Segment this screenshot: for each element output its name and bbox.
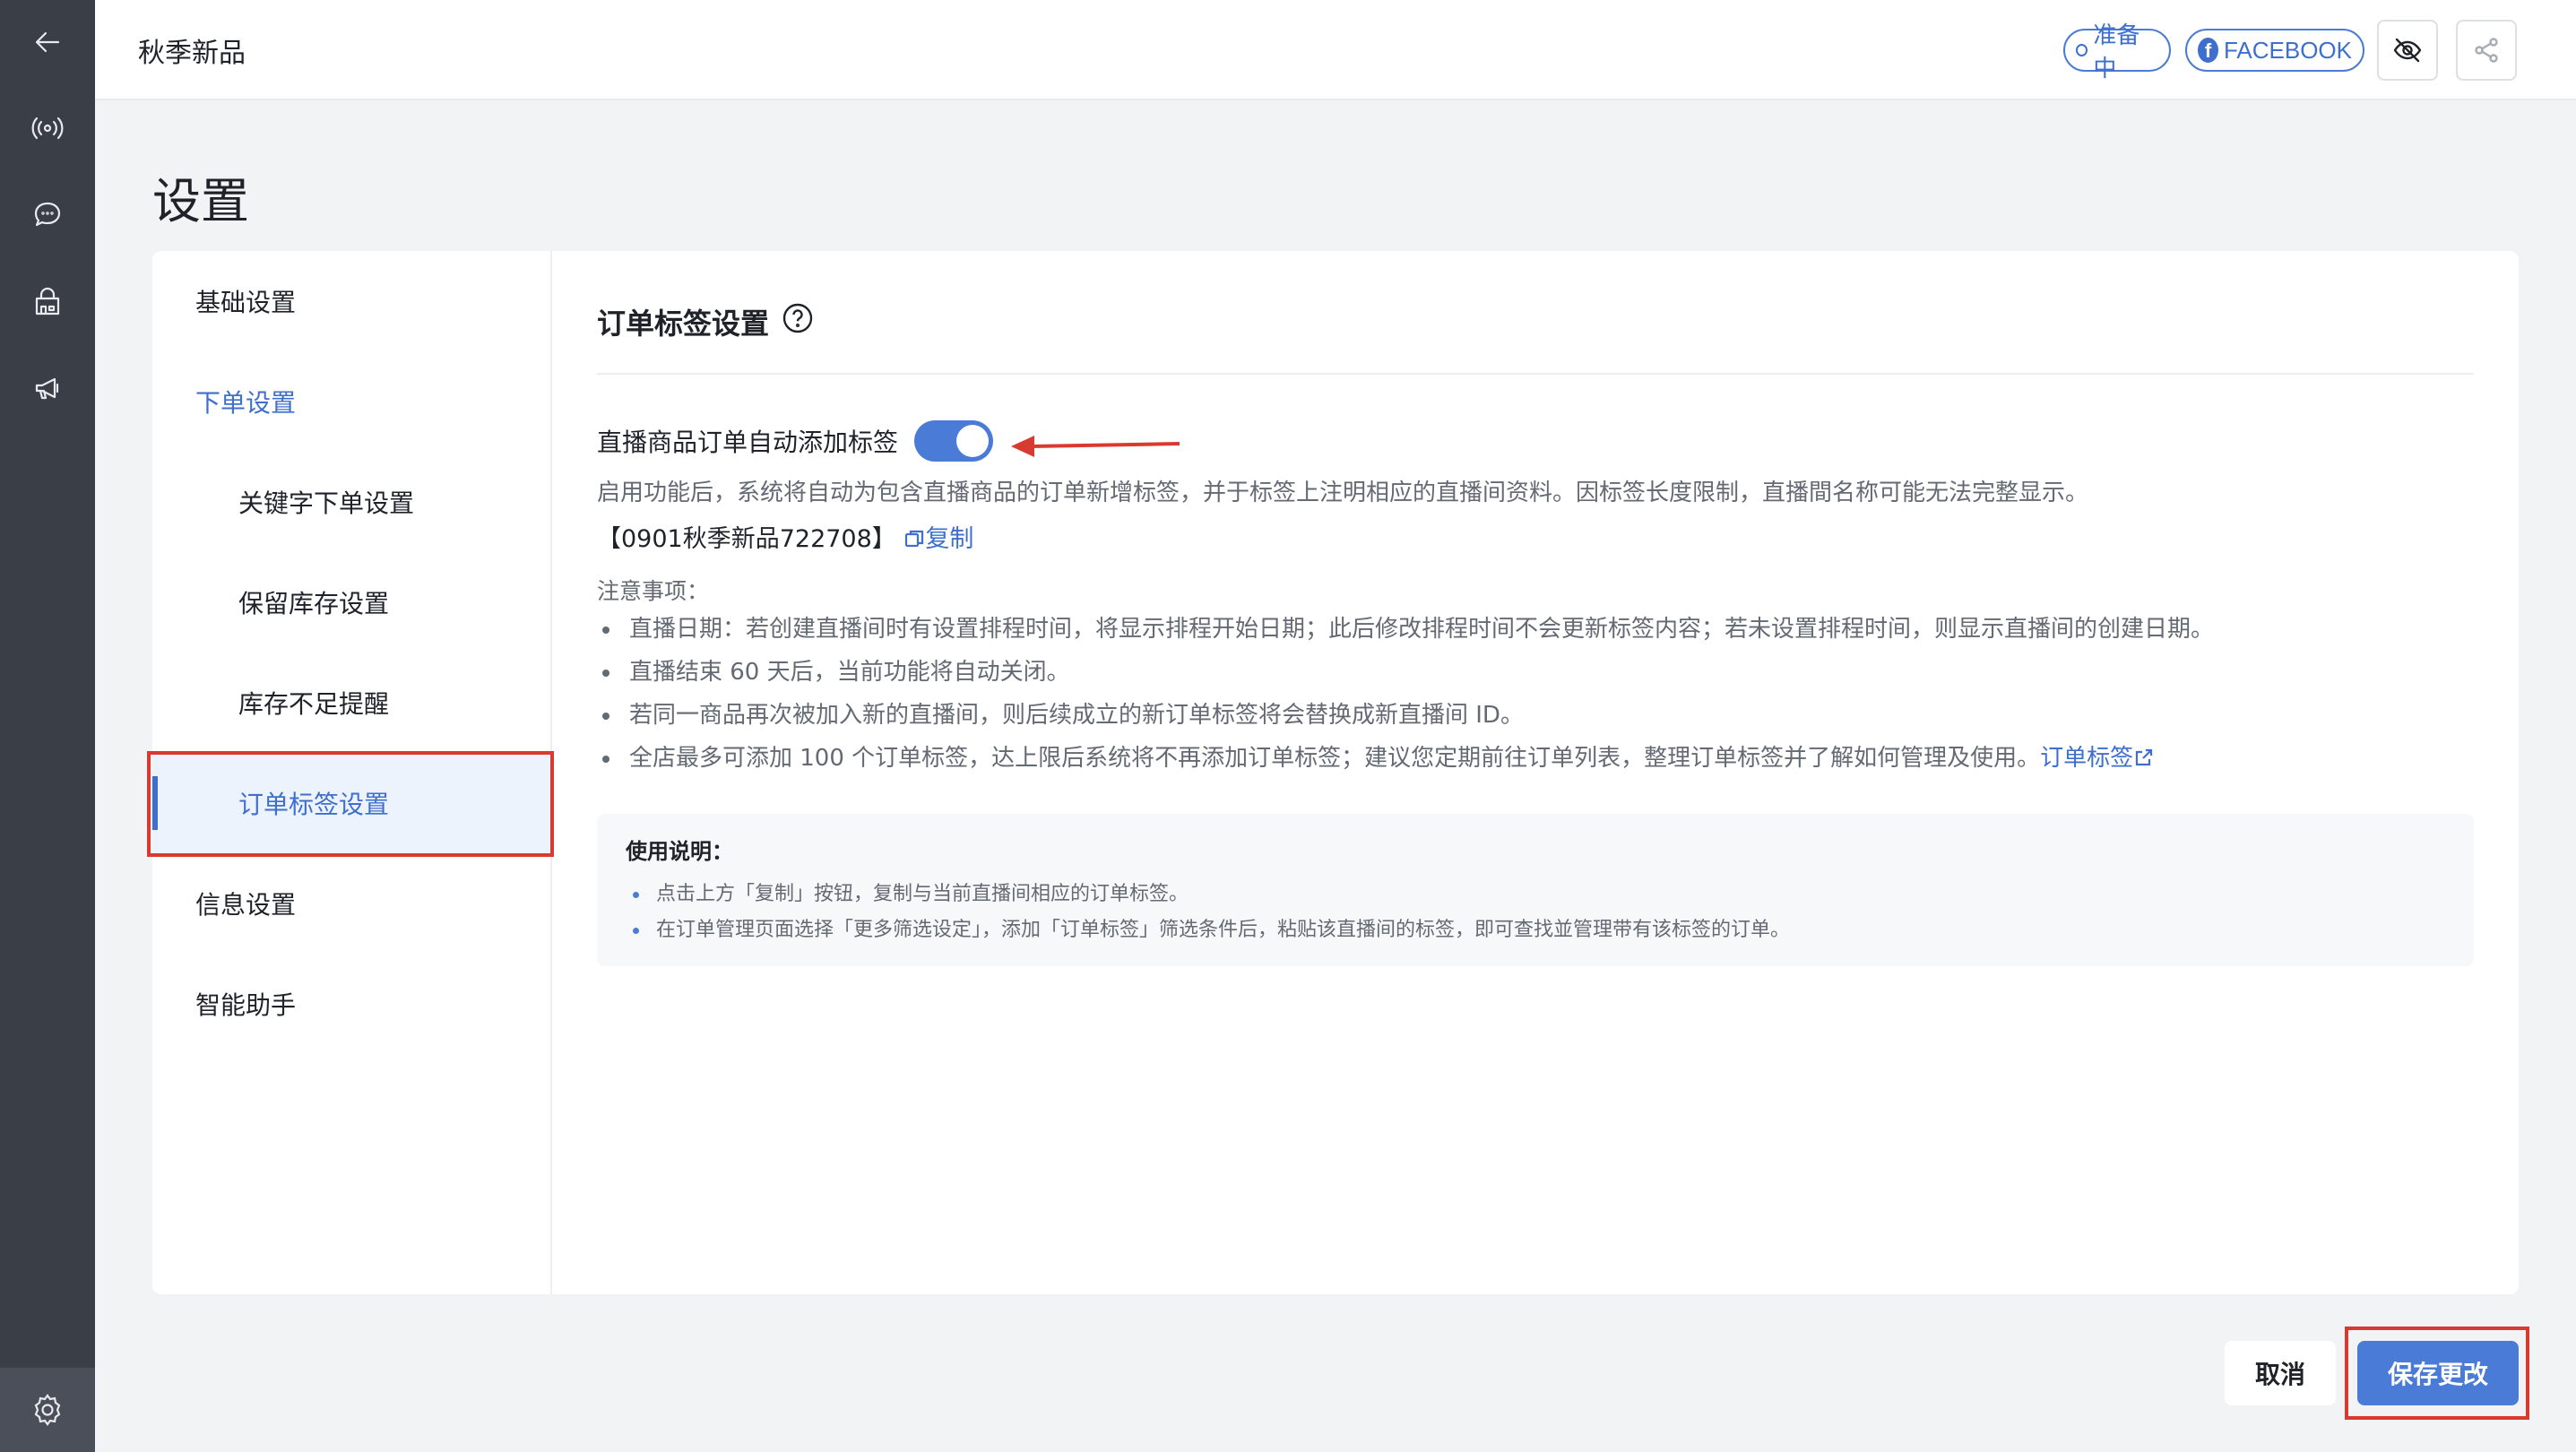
tag-preview: 【0901秋季新品722708】 复制 — [597, 516, 973, 563]
list-item: 直播结束 60 天后，当前功能将自动关闭。 — [597, 651, 2214, 694]
hide-preview-button[interactable] — [2377, 20, 2438, 81]
menu-item-reserve-stock[interactable]: 保留库存设置 — [152, 552, 552, 653]
list-item: 点击上方「复制」按钮，复制与当前直播间相应的订单标签。 — [626, 877, 1790, 912]
usage-box: 使用说明： 点击上方「复制」按钮，复制与当前直播间相应的订单标签。 在订单管理页… — [597, 814, 2474, 966]
save-button[interactable]: 保存更改 — [2357, 1341, 2519, 1405]
auto-tag-row: 直播商品订单自动添加标签 — [597, 412, 994, 470]
back-arrow-icon[interactable] — [0, 2, 95, 82]
copy-tag-button[interactable]: 复制 — [903, 525, 973, 553]
menu-item-basic[interactable]: 基础设置 — [152, 251, 552, 351]
copy-icon — [903, 519, 925, 548]
settings-rail-button[interactable] — [0, 1368, 95, 1452]
status-dot-icon — [2076, 44, 2088, 56]
list-item: 全店最多可添加 100 个订单标签，达上限后系统将不再添加订单标签；建议您定期前… — [597, 737, 2214, 780]
toggle-knob — [956, 425, 990, 457]
section-title: 订单标签设置 — [597, 301, 814, 342]
share-button[interactable] — [2456, 20, 2517, 81]
platform-badge: f FACEBOOK — [2185, 29, 2364, 72]
platform-label: FACEBOOK — [2223, 36, 2352, 64]
feature-description: 启用功能后，系统将自动为包含直播商品的订单新增标签，并于标签上注明相应的直播间资… — [597, 480, 2089, 506]
left-rail — [0, 0, 95, 1452]
tag-value: 【0901秋季新品722708】 — [597, 525, 896, 553]
top-bar: 秋季新品 准备中 f FACEBOOK — [95, 0, 2576, 100]
auto-tag-toggle[interactable] — [914, 420, 994, 462]
gear-icon — [34, 1394, 61, 1426]
settings-card: 基础设置 下单设置 关键字下单设置 保留库存设置 库存不足提醒 订单标签设置 信… — [152, 251, 2519, 1294]
help-icon[interactable] — [782, 302, 814, 341]
menu-item-assistant[interactable]: 智能助手 — [152, 954, 552, 1054]
menu-item-low-stock[interactable]: 库存不足提醒 — [152, 653, 552, 753]
menu-item-order[interactable]: 下单设置 — [152, 351, 552, 452]
notes-title: 注意事项： — [597, 578, 710, 604]
list-item: 直播日期：若创建直播间时有设置排程时间，将显示排程开始日期；此后修改排程时间不会… — [597, 608, 2214, 651]
usage-list: 点击上方「复制」按钮，复制与当前直播间相应的订单标签。 在订单管理页面选择「更多… — [626, 877, 1790, 948]
broadcast-icon[interactable] — [0, 88, 95, 169]
usage-title: 使用说明： — [626, 839, 733, 864]
external-link-icon — [2133, 745, 2155, 772]
eye-off-icon — [2393, 38, 2422, 63]
list-item: 若同一商品再次被加入新的直播间，则后续成立的新订单标签将会替换成新直播间 ID。 — [597, 694, 2214, 737]
order-tag-link[interactable]: 订单标签 — [2040, 745, 2155, 772]
status-label: 准备中 — [2093, 22, 2140, 82]
menu-item-keyword-order[interactable]: 关键字下单设置 — [152, 452, 552, 552]
live-room-title: 秋季新品 — [138, 38, 246, 69]
annotation-arrow-icon — [1011, 436, 1180, 457]
settings-menu: 基础设置 下单设置 关键字下单设置 保留库存设置 库存不足提醒 订单标签设置 信… — [152, 251, 552, 1294]
megaphone-icon[interactable] — [0, 348, 95, 428]
facebook-icon: f — [2198, 38, 2218, 63]
list-item: 在订单管理页面选择「更多筛选设定」，添加「订单标签」筛选条件后，粘贴该直播间的标… — [626, 912, 1790, 948]
menu-item-message[interactable]: 信息设置 — [152, 853, 552, 954]
notes-list: 直播日期：若创建直播间时有设置排程时间，将显示排程开始日期；此后修改排程时间不会… — [597, 608, 2214, 780]
menu-item-order-tag[interactable]: 订单标签设置 — [152, 753, 552, 853]
page-title: 设置 — [152, 173, 249, 229]
divider — [597, 373, 2474, 375]
share-icon — [2475, 38, 2498, 63]
status-badge: 准备中 — [2063, 22, 2171, 82]
auto-tag-label: 直播商品订单自动添加标签 — [597, 428, 899, 457]
chat-icon[interactable] — [0, 174, 95, 255]
store-icon[interactable] — [0, 262, 95, 342]
cancel-button[interactable]: 取消 — [2225, 1341, 2336, 1405]
